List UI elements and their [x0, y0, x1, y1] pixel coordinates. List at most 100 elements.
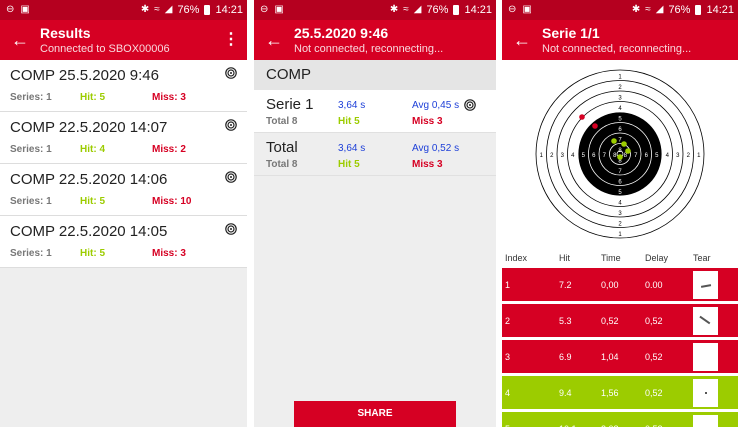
connection-status: Not connected, reconnecting... [294, 42, 444, 55]
total-name: Total [266, 139, 298, 156]
tear-thumbnail [693, 378, 718, 407]
signal-icon: ◢ [413, 4, 422, 15]
result-miss: Miss: 2 [152, 144, 186, 155]
serie-time: 3,64 s [338, 100, 366, 111]
shot-row[interactable]: 2 5.3 0,52 0,52 [502, 304, 738, 340]
shot-time: 1,04 [601, 351, 619, 362]
shot-hit: 5.3 [559, 315, 572, 326]
col-index: Index [505, 253, 528, 263]
tear-mark [705, 391, 707, 394]
shooting-target: 1 1112 2223 3334 4445 5556 6667 7778 888 [535, 69, 705, 239]
result-title: COMP 22.5.2020 14:05 [10, 223, 168, 240]
status-bar: ⊖ ▣ ✱ ≈ ◢ 76% 14:21 [254, 0, 496, 20]
shot-row[interactable]: 3 6.9 1,04 0,52 [502, 340, 738, 376]
shot-hit: 10.1 [559, 424, 601, 427]
col-hit: Hit [559, 253, 570, 263]
shot-tear [693, 414, 733, 427]
result-item[interactable]: COMP 22.5.2020 14:07 Series: 1 Hit: 4 Mi… [0, 112, 247, 164]
result-title: COMP 22.5.2020 14:07 [10, 119, 168, 136]
image-icon: ▣ [20, 4, 30, 15]
shot-index: 5 [505, 424, 559, 427]
connection-status: Connected to SBOX00006 [40, 42, 170, 55]
shot-tear [693, 270, 733, 299]
notification-icon: ⊖ [6, 4, 15, 15]
tear-mark [699, 315, 711, 324]
back-arrow-icon[interactable]: ← [502, 20, 542, 60]
target-icon[interactable] [464, 99, 476, 111]
result-title: COMP 25.5.2020 9:46 [10, 67, 159, 84]
result-hit: Hit: 5 [80, 248, 105, 259]
clock: 14:21 [215, 4, 243, 16]
col-delay: Delay [645, 253, 669, 263]
shot-index: 2 [505, 315, 511, 326]
shot-hit: 9.4 [559, 387, 572, 398]
overflow-menu-icon[interactable]: ⋮ [223, 20, 239, 60]
shot-row[interactable]: 4 9.4 1,56 0,52 [502, 376, 738, 412]
notification-icon: ⊖ [508, 4, 517, 15]
section-header: COMP [254, 60, 496, 90]
result-item[interactable]: COMP 25.5.2020 9:46 Series: 1 Hit: 5 Mis… [0, 60, 247, 112]
signal-icon: ◢ [655, 4, 664, 15]
target-icon[interactable] [225, 67, 237, 79]
shot-row[interactable]: 510.12,080.52 [502, 412, 738, 427]
page-title: Results [40, 24, 91, 41]
wifi-icon: ≈ [645, 4, 651, 15]
wifi-icon: ≈ [154, 4, 160, 15]
col-tear: Tear [693, 253, 711, 263]
clock: 14:21 [464, 4, 492, 16]
total-avg: Avg 0,52 s [412, 143, 460, 154]
battery-icon [453, 5, 460, 15]
shot-marker [579, 114, 585, 120]
battery-icon [695, 5, 702, 15]
total-row: Total 3,64 s Avg 0,52 s Total 8 Hit 5 Mi… [254, 132, 496, 176]
tear-thumbnail [693, 270, 718, 299]
serie-row[interactable]: Serie 1 3,64 s Avg 0,45 s Total 8 Hit 5 … [254, 90, 496, 132]
target-icon[interactable] [225, 223, 237, 235]
result-item[interactable]: COMP 22.5.2020 14:06 Series: 1 Hit: 5 Mi… [0, 164, 247, 216]
notification-icon: ⊖ [260, 4, 269, 15]
serie-hit: Hit 5 [338, 116, 360, 127]
total-count: Total 8 [266, 159, 298, 170]
shot-time: 1,56 [601, 387, 619, 398]
shot-marker [625, 148, 631, 154]
target-icon[interactable] [225, 119, 237, 131]
status-bar: ⊖ ▣ ✱ ≈ ◢ 76% 14:21 [0, 0, 247, 20]
total-miss: Miss 3 [412, 159, 443, 170]
result-series: Series: 1 [10, 144, 52, 155]
results-screen: ⊖ ▣ ✱ ≈ ◢ 76% 14:21 ← Results Connected … [0, 0, 247, 427]
shot-index: 1 [505, 279, 511, 290]
total-hit: Hit 5 [338, 159, 360, 170]
shot-time: 2,08 [601, 424, 645, 427]
shot-row[interactable]: 1 7.2 0,00 0.00 [502, 268, 738, 304]
image-icon: ▣ [522, 4, 532, 15]
target-icon[interactable] [225, 171, 237, 183]
share-button[interactable]: SHARE [294, 401, 456, 427]
shot-marker [621, 141, 627, 147]
tear-thumbnail [693, 342, 718, 371]
shot-delay: 0.52 [645, 424, 693, 427]
shot-tear [693, 342, 733, 371]
shot-hit: 7.2 [559, 279, 572, 290]
shot-marker [617, 154, 623, 160]
shot-marker [611, 138, 617, 144]
bluetooth-icon: ✱ [389, 4, 399, 15]
bluetooth-icon: ✱ [631, 4, 641, 15]
app-bar: ← Serie 1/1 Not connected, reconnecting.… [502, 20, 738, 60]
serie-name: Serie 1 [266, 96, 314, 113]
back-arrow-icon[interactable]: ← [0, 20, 40, 60]
shot-time: 0,52 [601, 315, 619, 326]
shot-tear [693, 306, 733, 335]
image-icon: ▣ [274, 4, 284, 15]
shot-delay: 0.00 [645, 279, 663, 290]
back-arrow-icon[interactable]: ← [254, 20, 294, 60]
result-hit: Hit: 5 [80, 92, 105, 103]
tear-thumbnail [693, 306, 718, 335]
screens: ⊖ ▣ ✱ ≈ ◢ 76% 14:21 ← Results Connected … [0, 0, 738, 427]
result-item[interactable]: COMP 22.5.2020 14:05 Series: 1 Hit: 5 Mi… [0, 216, 247, 268]
app-bar: ← Results Connected to SBOX00006 ⋮ [0, 20, 247, 60]
series-detail-screen: ⊖ ▣ ✱ ≈ ◢ 76% 14:21 ← Serie 1/1 Not conn… [502, 0, 738, 427]
battery-icon [204, 5, 211, 15]
result-miss: Miss: 3 [152, 92, 186, 103]
wifi-icon: ≈ [403, 4, 409, 15]
battery-percent: 76% [426, 4, 449, 16]
